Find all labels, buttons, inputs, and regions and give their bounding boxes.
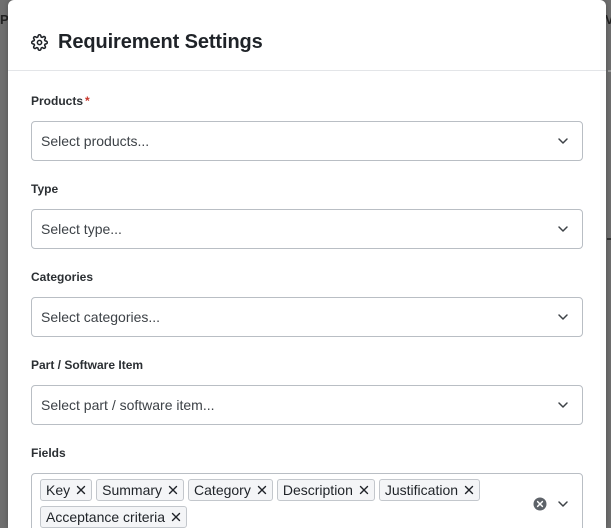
categories-select[interactable]: Select categories... [31,297,583,337]
type-label: Type [31,182,59,196]
chip-label: Justification [384,482,459,498]
categories-placeholder: Select categories... [41,309,161,325]
products-label-text: Products [31,94,84,108]
part-label: Part / Software Item [31,358,144,372]
field-chip-justification: Justification [378,479,481,501]
field-chip-key: Key [40,479,93,501]
part-select[interactable]: Select part / software item... [31,385,583,425]
field-chip-category: Category [188,479,273,501]
products-select[interactable]: Select products... [31,121,583,161]
part-placeholder: Select part / software item... [41,397,215,413]
remove-chip-icon[interactable] [256,484,268,496]
clear-all-icon[interactable] [533,497,547,511]
field-chip-description: Description [276,479,375,501]
chip-label: Summary [102,482,163,498]
chip-list: Key Summary Category Description Justifi… [40,479,512,528]
gear-icon [30,33,48,51]
remove-chip-icon[interactable] [75,484,87,496]
dialog-title: Requirement Settings [58,30,263,53]
dialog-header: Requirement Settings [30,29,263,55]
type-placeholder: Select type... [41,221,122,237]
chevron-down-icon[interactable] [556,310,570,324]
required-indicator: * [85,94,90,108]
categories-label: Categories [31,270,94,284]
chip-label: Key [46,482,71,498]
remove-chip-icon[interactable] [170,511,182,523]
type-select[interactable]: Select type... [31,209,583,249]
fields-multiselect[interactable]: Key Summary Category Description Justifi… [31,473,583,528]
backdrop-divider [607,238,611,240]
remove-chip-icon[interactable] [463,484,475,496]
chevron-down-icon[interactable] [556,398,570,412]
products-label: Products * [31,94,90,108]
field-chip-summary: Summary [96,479,185,501]
chip-label: Category [194,482,251,498]
chevron-down-icon[interactable] [556,134,570,148]
field-chip-acceptance-criteria: Acceptance criteria [40,506,188,528]
chip-label: Description [282,482,353,498]
remove-chip-icon[interactable] [167,484,179,496]
header-divider [8,70,606,71]
requirement-settings-dialog: Requirement Settings Products * Select pr… [8,0,606,528]
chevron-down-icon[interactable] [556,222,570,236]
chip-label: Acceptance criteria [46,509,166,525]
backdrop-text-fragment: P [0,12,8,27]
chevron-down-icon[interactable] [556,497,570,511]
products-placeholder: Select products... [41,133,150,149]
remove-chip-icon[interactable] [358,484,370,496]
fields-label: Fields [31,446,66,460]
